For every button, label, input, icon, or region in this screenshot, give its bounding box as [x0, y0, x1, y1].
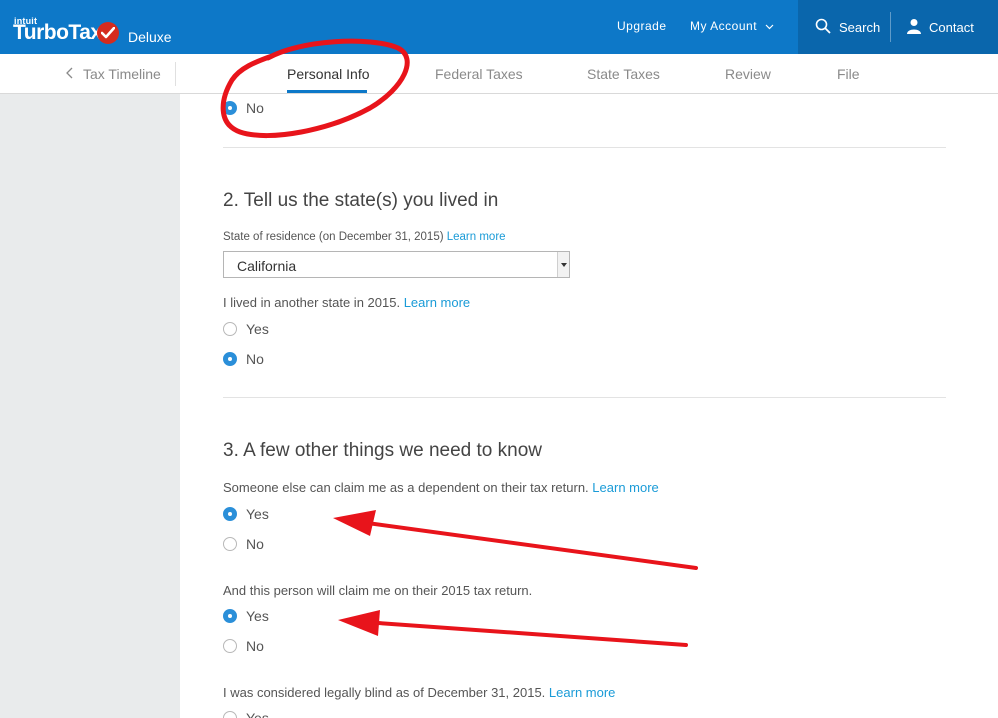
radio-button[interactable] [223, 507, 237, 521]
option-label: Yes [246, 321, 269, 337]
person-icon [907, 18, 921, 37]
tab-personal-info[interactable]: Personal Info [287, 66, 370, 82]
blind-question: I was considered legally blind as of Dec… [223, 685, 615, 700]
option-label: Yes [246, 506, 269, 522]
upgrade-link[interactable]: Upgrade [617, 19, 667, 33]
option-label: No [246, 351, 264, 367]
radio-button[interactable] [223, 101, 237, 115]
radio-button[interactable] [223, 322, 237, 336]
option-label: Yes [246, 608, 269, 624]
contact-label: Contact [929, 19, 974, 35]
other-state-question: I lived in another state in 2015. Learn … [223, 295, 470, 310]
tax-timeline-label: Tax Timeline [83, 66, 161, 82]
claim-no-option[interactable]: No [223, 638, 264, 654]
content-panel [180, 94, 998, 718]
my-account-menu[interactable]: My Account [690, 19, 774, 33]
top-no-option[interactable]: No [223, 100, 264, 116]
blind-yes-option[interactable]: Yes [223, 710, 269, 718]
search-icon [815, 18, 831, 37]
learn-more-link[interactable]: Learn more [549, 685, 615, 700]
turbotax-logo[interactable]: TurboTax [13, 21, 102, 45]
progress-tabs: Tax Timeline Personal Info Federal Taxes… [0, 54, 998, 94]
tab-review[interactable]: Review [725, 66, 771, 82]
radio-button[interactable] [223, 352, 237, 366]
option-label: No [246, 536, 264, 552]
header-divider [890, 12, 891, 42]
search-button[interactable]: Search [815, 17, 880, 37]
radio-button[interactable] [223, 609, 237, 623]
dropdown-arrow-icon [557, 252, 569, 277]
dependent-question: Someone else can claim me as a dependent… [223, 480, 659, 495]
chevron-left-icon [66, 66, 73, 82]
learn-more-link[interactable]: Learn more [404, 295, 470, 310]
radio-button[interactable] [223, 711, 237, 718]
section-divider [223, 397, 946, 398]
tab-state-taxes[interactable]: State Taxes [587, 66, 660, 82]
tab-federal-taxes[interactable]: Federal Taxes [435, 66, 523, 82]
section-divider [223, 147, 946, 148]
active-tab-indicator [287, 90, 367, 93]
edition-label: Deluxe [128, 29, 172, 45]
tab-divider [175, 62, 176, 86]
selected-state: California [237, 258, 297, 274]
learn-more-link[interactable]: Learn more [592, 480, 658, 495]
other-state-text: I lived in another state in 2015. [223, 295, 401, 310]
claim-yes-option[interactable]: Yes [223, 608, 269, 624]
option-label: No [246, 638, 264, 654]
other-state-no-option[interactable]: No [223, 351, 264, 367]
top-header: intuit TurboTax Deluxe Upgrade My Accoun… [0, 0, 998, 54]
learn-more-link[interactable]: Learn more [447, 231, 506, 243]
dependent-no-option[interactable]: No [223, 536, 264, 552]
state-of-residence-select[interactable]: California [223, 251, 570, 278]
residence-label: State of residence (on December 31, 2015… [223, 231, 506, 243]
blind-question-text: I was considered legally blind as of Dec… [223, 685, 546, 700]
dependent-question-text: Someone else can claim me as a dependent… [223, 480, 589, 495]
tab-file[interactable]: File [837, 66, 860, 82]
residence-label-text: State of residence (on December 31, 2015… [223, 231, 444, 243]
checkmark-logo-icon [97, 22, 119, 44]
tax-timeline-link[interactable]: Tax Timeline [66, 66, 161, 82]
dependent-yes-option[interactable]: Yes [223, 506, 269, 522]
section-title-other-things: 3. A few other things we need to know [223, 440, 542, 461]
search-label: Search [839, 19, 881, 35]
option-label: No [246, 100, 264, 116]
option-label: Yes [246, 710, 269, 718]
chevron-down-icon [765, 19, 774, 33]
radio-button[interactable] [223, 639, 237, 653]
radio-button[interactable] [223, 537, 237, 551]
contact-button[interactable]: Contact [907, 17, 974, 37]
other-state-yes-option[interactable]: Yes [223, 321, 269, 337]
my-account-label: My Account [690, 19, 758, 33]
claim-question: And this person will claim me on their 2… [223, 583, 533, 598]
section-title-states: 2. Tell us the state(s) you lived in [223, 190, 499, 211]
